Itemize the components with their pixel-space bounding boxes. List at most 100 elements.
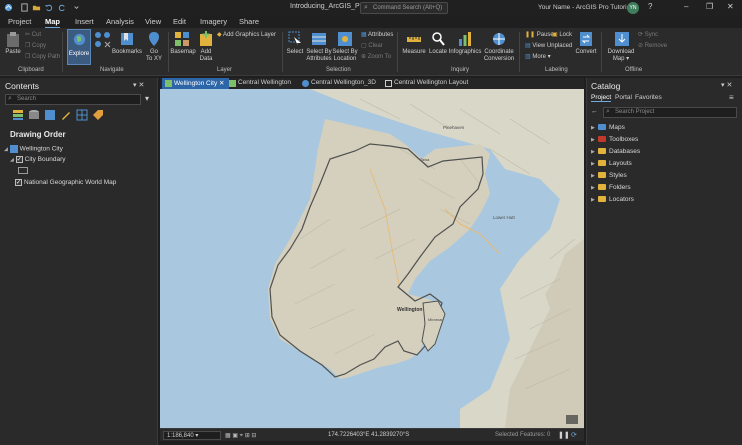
expand-arrow-icon: ▶ (591, 197, 595, 203)
go-to-xy-button[interactable]: Go To XY (143, 49, 165, 63)
infographics-button[interactable]: Infographics (448, 49, 482, 56)
tab-project[interactable]: Project (8, 17, 31, 26)
lock-labels-button[interactable]: ▣ Lock (552, 31, 572, 38)
copy-path-button[interactable]: ❐ Copy Path (25, 53, 60, 60)
selected-features-count[interactable]: Selected Features: 0 (495, 432, 550, 438)
coordinate-conversion-button[interactable]: Coordinate Conversion (482, 49, 516, 63)
catalog-tab-project[interactable]: Project (591, 94, 612, 102)
search-icon: ⌕ (606, 108, 610, 115)
map-icon (229, 80, 236, 87)
refresh-icon[interactable]: ⟳ (571, 431, 577, 439)
avatar[interactable]: YN (627, 2, 639, 14)
user-name[interactable]: Your Name - ArcGIS Pro Tutorials (538, 4, 635, 11)
catalog-tab-portal[interactable]: Portal (615, 94, 632, 101)
remove-button[interactable]: ⊘ Remove (638, 42, 667, 49)
new-project-icon[interactable] (20, 3, 29, 12)
inquiry-group-label: Inquiry (451, 67, 470, 73)
catalog-item-toolboxes[interactable]: ▶ Toolboxes (591, 136, 638, 143)
basemap-button[interactable]: Basemap (170, 49, 196, 56)
catalog-item-label: Folders (609, 184, 631, 191)
tab-analysis[interactable]: Analysis (106, 17, 134, 26)
tab-share[interactable]: Share (239, 17, 259, 26)
view-tab-central-wellington[interactable]: Central Wellington (226, 78, 295, 89)
map-view[interactable]: Pinehaven Lower Hutt Wellington Miramar … (160, 89, 584, 428)
command-search-input[interactable]: ⌕ Command Search (Alt+Q) (360, 2, 448, 14)
explore-button[interactable]: Explore (67, 29, 91, 65)
bookmarks-button[interactable]: Bookmarks (110, 49, 144, 56)
coordinate-conversion-icon (493, 33, 505, 45)
list-by-labeling-icon[interactable] (92, 109, 104, 121)
view-tab-layout[interactable]: Central Wellington Layout (382, 78, 472, 89)
select-by-location-button[interactable]: Select By Location (330, 49, 360, 63)
add-graphics-layer-button[interactable]: ◆ Add Graphics Layer (217, 31, 276, 38)
select-by-location-label-1: Select By (332, 49, 358, 55)
pane-options-icon[interactable]: ▾ ✕ (721, 81, 732, 89)
minimize-icon[interactable]: – (684, 2, 688, 11)
catalog-item-locators[interactable]: ▶ Locators (591, 196, 634, 203)
maximize-icon[interactable]: ❐ (706, 2, 713, 11)
download-map-button[interactable]: Download Map ▾ (605, 49, 637, 63)
list-by-snapping-icon[interactable] (76, 109, 88, 121)
map-node[interactable]: ◢ Wellington City (4, 145, 63, 153)
catalog-item-folders[interactable]: ▶ Folders (591, 184, 631, 191)
back-arrow-icon[interactable]: ← (591, 108, 598, 115)
catalog-tab-favorites[interactable]: Favorites (635, 94, 662, 101)
measure-button[interactable]: Measure (401, 49, 427, 56)
map-canvas[interactable]: Pinehaven Lower Hutt Wellington Miramar … (160, 89, 584, 428)
redo-icon[interactable] (58, 3, 67, 12)
pause-drawing-icon[interactable]: ❚❚ (558, 431, 570, 439)
layer-visibility-checkbox[interactable]: ✓ (15, 179, 22, 186)
catalog-item-label: Layouts (609, 160, 632, 167)
list-by-data-source-icon[interactable] (28, 109, 40, 121)
more-labeling-button[interactable]: ▥ More ▾ (525, 53, 551, 60)
list-by-drawing-order-icon[interactable] (12, 109, 24, 121)
close-icon[interactable]: ✕ (727, 2, 734, 11)
layer-basemap[interactable]: ✓ National Geographic World Map (15, 179, 116, 186)
tab-edit[interactable]: Edit (173, 17, 186, 26)
zoom-to-selection-button[interactable]: ⊕ Zoom To (361, 53, 391, 60)
list-by-editing-icon[interactable] (60, 109, 72, 121)
sync-button[interactable]: ⟳ Sync (638, 31, 658, 38)
add-data-button[interactable]: Add Data (196, 49, 216, 63)
tab-imagery[interactable]: Imagery (200, 17, 227, 26)
catalog-search-input[interactable]: ⌕ Search Project (603, 107, 737, 118)
open-project-icon[interactable] (32, 3, 41, 12)
undo-icon[interactable] (44, 3, 53, 12)
clear-selection-button[interactable]: ▢ Clear (361, 42, 383, 49)
copy-button[interactable]: ❐ Copy (25, 42, 46, 49)
layer-city-boundary[interactable]: ◢ ✓ City Boundary (10, 156, 66, 163)
cut-button[interactable]: ✂ Cut (25, 31, 41, 38)
customize-dropdown-icon[interactable] (72, 3, 81, 12)
paste-button[interactable]: Paste (4, 49, 22, 56)
menu-icon[interactable]: ≡ (729, 93, 734, 102)
list-by-selection-icon[interactable] (44, 109, 56, 121)
tab-view[interactable]: View (145, 17, 161, 26)
catalog-item-styles[interactable]: ▶ Styles (591, 172, 627, 179)
status-tool-icons[interactable]: ▦ ▣ ⌖ ⊞ ⊟ (225, 432, 256, 440)
clear-label: Clear (368, 43, 383, 49)
copy-path-label: Copy Path (32, 54, 61, 60)
view-tab-wellington-city[interactable]: Wellington City ✕ (162, 78, 229, 89)
expand-arrow-icon: ◢ (4, 146, 8, 153)
view-unplaced-button[interactable]: ▤ View Unplaced (525, 42, 572, 49)
zoom-extent-icons[interactable] (94, 31, 112, 49)
contents-search-input[interactable]: ⌕ Search (5, 94, 141, 105)
convert-button[interactable]: Convert (574, 49, 598, 56)
map-navigator-icon[interactable] (566, 415, 578, 424)
tab-insert[interactable]: Insert (75, 17, 94, 26)
scale-selector[interactable]: 1:186,840 ▾ (163, 431, 221, 440)
help-icon[interactable]: ? (648, 2, 652, 11)
locate-button[interactable]: Locate (427, 49, 449, 56)
attributes-button[interactable]: ▦ Attributes (361, 31, 393, 38)
layer-symbol-swatch[interactable] (18, 167, 28, 174)
catalog-item-databases[interactable]: ▶ Databases (591, 148, 640, 155)
catalog-item-layouts[interactable]: ▶ Layouts (591, 160, 632, 167)
pane-options-icon[interactable]: ▾ ✕ (133, 81, 144, 89)
view-tab-central-wellington-3d[interactable]: Central Wellington_3D (299, 78, 380, 89)
search-options-icon[interactable]: ▾ (145, 94, 149, 103)
layer-visibility-checkbox[interactable]: ✓ (15, 156, 23, 163)
select-button[interactable]: Select (285, 49, 305, 56)
graphics-layer-icon: ◆ (217, 32, 222, 38)
pause-labeling-button[interactable]: ❚❚ Pause (525, 31, 554, 38)
catalog-item-maps[interactable]: ▶ Maps (591, 124, 625, 131)
